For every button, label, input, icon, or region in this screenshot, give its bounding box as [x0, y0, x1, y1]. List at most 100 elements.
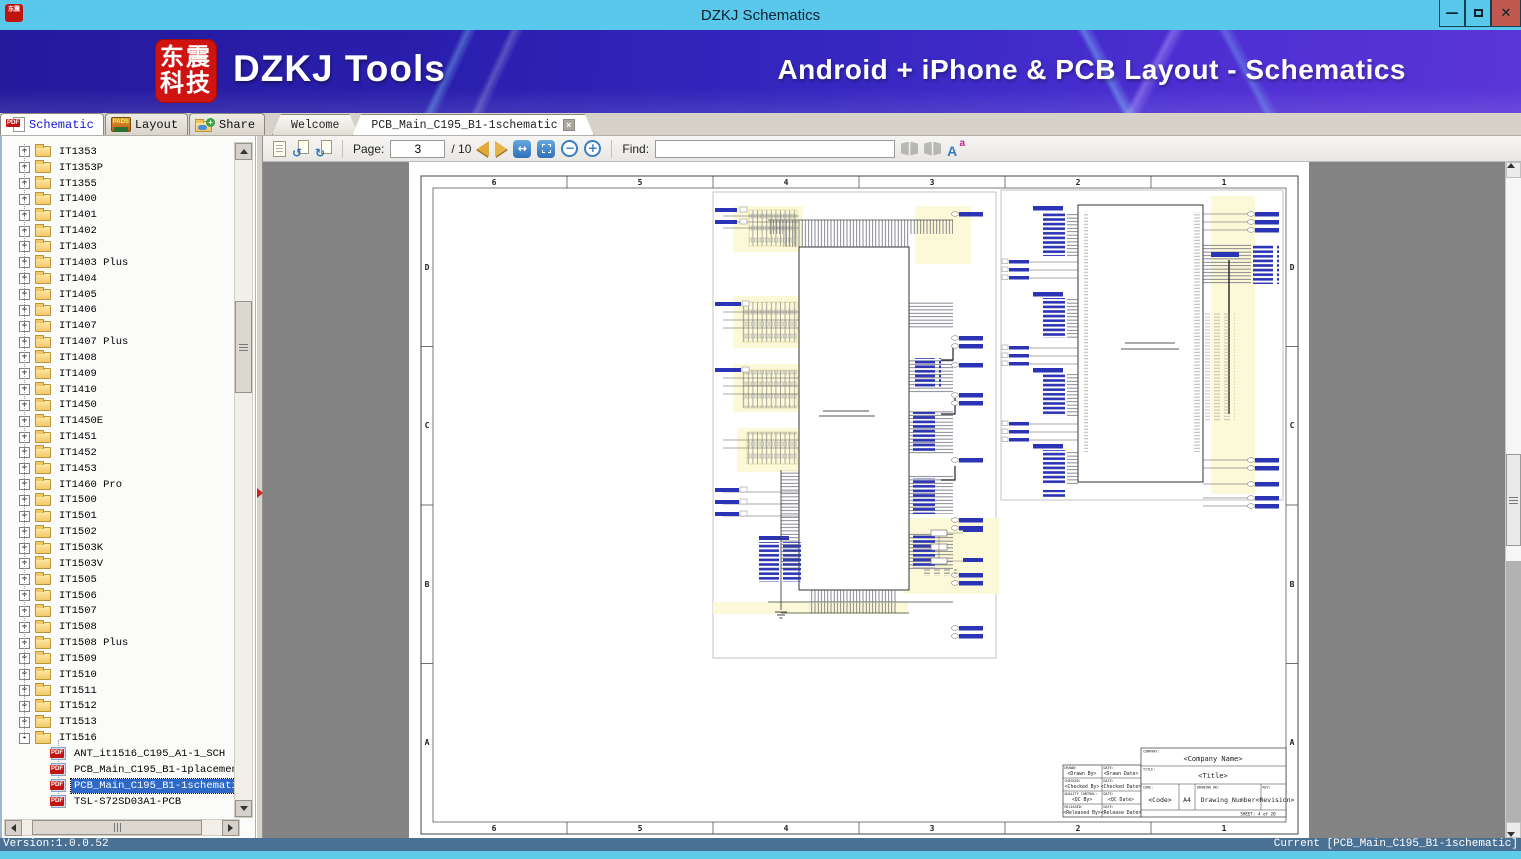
tree-item[interactable]: + IT1409: [2, 366, 234, 382]
tree-item[interactable]: + IT1508 Plus: [2, 635, 234, 651]
svg-text:4: 4: [784, 178, 789, 187]
tree-item[interactable]: + IT1406: [2, 302, 234, 318]
tree-item[interactable]: - IT1516: [2, 730, 234, 746]
tree-item[interactable]: + IT1503K: [2, 540, 234, 556]
tree-item[interactable]: + IT1512: [2, 698, 234, 715]
tree-item[interactable]: + IT1513: [2, 714, 234, 730]
tab-layout[interactable]: PADS Layout: [104, 113, 189, 135]
previous-page-icon[interactable]: [477, 140, 490, 157]
svg-text:<Code>: <Code>: [1148, 796, 1172, 804]
tab-welcome[interactable]: Welcome: [272, 114, 358, 135]
tree-item[interactable]: + IT1403 Plus: [2, 255, 234, 271]
tab-document-label: PCB_Main_C195_B1-1schematic: [371, 118, 558, 132]
folder-icon: [35, 445, 51, 459]
tab-document[interactable]: PCB_Main_C195_B1-1schematic ×: [352, 114, 593, 135]
tree-item[interactable]: PDF PCB_Main_C195_B1-1placement: [2, 762, 234, 778]
tree-item[interactable]: + IT1450E: [2, 413, 234, 429]
tree-hscrollbar-thumb[interactable]: [32, 820, 202, 835]
close-button[interactable]: ✕: [1491, 0, 1521, 27]
scroll-left-icon[interactable]: [5, 819, 22, 836]
rotate-left-icon[interactable]: ↺: [292, 140, 309, 159]
tree-item[interactable]: PDF TSL-S72SD03A1-PCB: [2, 794, 234, 810]
window-controls: — ✕: [1439, 0, 1521, 27]
tree-item-label: IT1409: [59, 367, 97, 380]
tree-item[interactable]: + IT1402: [2, 223, 234, 239]
tree-item-label: IT1400: [59, 193, 97, 206]
scroll-up-icon[interactable]: [235, 143, 252, 160]
pdf-icon: PDF: [6, 116, 25, 133]
tree-item[interactable]: + IT1355: [2, 176, 234, 192]
tree-item[interactable]: + IT1506: [2, 588, 234, 604]
tree-item[interactable]: + IT1353P: [2, 160, 234, 176]
tab-schematic[interactable]: PDF Schematic: [0, 113, 104, 135]
tree-item[interactable]: + IT1509: [2, 651, 234, 667]
tree-item[interactable]: PDF PCB_Main_C195_B1-1schematic: [2, 777, 234, 794]
folder-icon: [35, 334, 51, 348]
tree-item[interactable]: + IT1403: [2, 239, 234, 255]
svg-text:3: 3: [930, 824, 935, 833]
tree-item[interactable]: + IT1507: [2, 603, 234, 619]
tree-item[interactable]: + IT1400: [2, 191, 234, 208]
find-previous-icon[interactable]: [901, 141, 919, 156]
doc-scroll-up-icon[interactable]: [1506, 162, 1521, 178]
tree-vertical-scrollbar[interactable]: [234, 142, 253, 818]
schematic-canvas[interactable]: 6 5 4 3 2 1 6 5 4 3 2 1 D C B A D C B A …: [263, 162, 1506, 838]
single-page-icon[interactable]: [273, 140, 286, 157]
tree-item[interactable]: + IT1452: [2, 445, 234, 461]
tree-item[interactable]: + IT1407 Plus: [2, 334, 234, 350]
panel-splitter[interactable]: [256, 136, 263, 838]
find-input[interactable]: [655, 139, 896, 158]
find-next-icon[interactable]: [924, 141, 942, 156]
tab-share[interactable]: + Share: [189, 113, 266, 135]
tree-item[interactable]: PDF ANT_it1516_C195_A1-1_SCH: [2, 746, 234, 762]
tree-item-label: PCB_Main_C195_B1-1placement: [74, 763, 234, 776]
tree-item[interactable]: + IT1500: [2, 492, 234, 509]
tree-item[interactable]: + IT1502: [2, 524, 234, 540]
tree-item[interactable]: + IT1410: [2, 382, 234, 398]
document-viewport[interactable]: 6 5 4 3 2 1 6 5 4 3 2 1 D C B A D C B A …: [263, 162, 1521, 838]
svg-text:2: 2: [1076, 824, 1081, 833]
tree-item[interactable]: + IT1508: [2, 619, 234, 635]
document-vertical-scrollbar[interactable]: [1505, 162, 1521, 838]
tab-close-icon[interactable]: ×: [563, 119, 575, 131]
rotate-right-icon[interactable]: ↻: [315, 140, 332, 159]
tree-item[interactable]: + IT1405: [2, 287, 234, 303]
tree-item[interactable]: + IT1353: [2, 144, 234, 160]
tree-item[interactable]: + IT1401: [2, 207, 234, 223]
tree-item-label: ANT_it1516_C195_A1-1_SCH: [74, 747, 226, 760]
tree-item[interactable]: + IT1501: [2, 508, 234, 524]
next-page-icon[interactable]: [495, 140, 508, 157]
doc-scroll-down-icon[interactable]: [1506, 822, 1521, 838]
folder-icon: [35, 524, 51, 538]
minimize-button[interactable]: —: [1439, 0, 1465, 27]
file-tree: + IT1353 + IT1353P + IT1355 + IT1400 + IT1401 + IT1…: [2, 136, 234, 819]
version-text: Version:1.0.0.52: [3, 838, 109, 850]
tree-scrollbar-thumb[interactable]: [235, 301, 252, 393]
zoom-out-icon[interactable]: −: [561, 140, 579, 157]
scroll-right-icon[interactable]: [222, 819, 239, 836]
folder-icon: [35, 730, 51, 744]
match-case-icon[interactable]: Aa: [947, 138, 965, 158]
tree-item[interactable]: + IT1451: [2, 429, 234, 445]
tree-item[interactable]: + IT1453: [2, 461, 234, 477]
tree-item[interactable]: + IT1511: [2, 683, 234, 699]
svg-text:DATE:: DATE:: [1104, 792, 1114, 796]
fit-width-icon[interactable]: ↔: [513, 139, 532, 158]
tree-item[interactable]: + IT1503V: [2, 556, 234, 572]
tree-horizontal-scrollbar[interactable]: [4, 819, 240, 836]
page-number-input[interactable]: [390, 139, 446, 158]
doc-scrollbar-thumb[interactable]: [1506, 454, 1521, 546]
tree-item[interactable]: + IT1404: [2, 271, 234, 287]
scroll-down-icon[interactable]: [235, 800, 252, 817]
tree-item[interactable]: + IT1460 Pro: [2, 477, 234, 493]
tree-item[interactable]: + IT1450: [2, 397, 234, 414]
bottom-strip: [0, 851, 1521, 859]
tree-item[interactable]: + IT1408: [2, 350, 234, 366]
tree-item[interactable]: + IT1407: [2, 318, 234, 334]
tree-item[interactable]: + IT1510: [2, 667, 234, 683]
tree-item[interactable]: + IT1505: [2, 572, 234, 588]
maximize-button[interactable]: [1465, 0, 1491, 27]
fit-page-icon[interactable]: [537, 139, 556, 158]
maximize-icon: [1473, 9, 1483, 17]
zoom-in-icon[interactable]: +: [584, 140, 602, 157]
